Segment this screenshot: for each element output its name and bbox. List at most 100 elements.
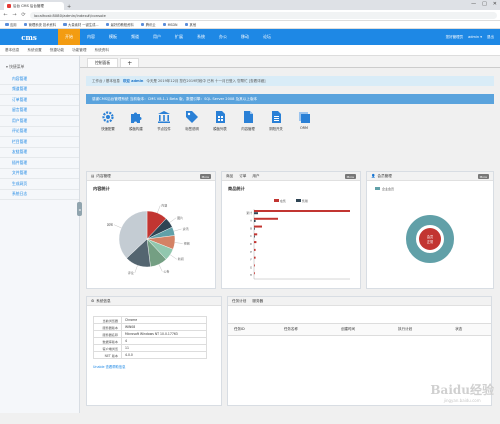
more-button[interactable]: More: [344, 174, 356, 179]
settings-icon: ⚙: [91, 299, 95, 303]
bar[interactable]: [254, 264, 255, 267]
panel-tab[interactable]: 用户: [252, 174, 259, 179]
panel-tab[interactable]: 任务计划: [232, 299, 246, 304]
sidebar-item[interactable]: 文件管理: [0, 169, 79, 179]
sidebar-item[interactable]: 栏目管理: [0, 137, 79, 148]
bookmark-icon: [184, 22, 189, 27]
bookmark-item[interactable]: 管理系统 技术资料: [23, 22, 56, 27]
bar[interactable]: [254, 235, 255, 238]
bookmark-item[interactable]: 腾讯云: [140, 22, 156, 27]
shortcut-quick-config[interactable]: 快速配置: [96, 110, 120, 131]
sub-nav-item[interactable]: 基本信息: [5, 48, 19, 53]
browser-tab[interactable]: 后台 CMS 后台管理: [4, 2, 64, 10]
back-icon[interactable]: ←: [3, 12, 8, 18]
category-label: 累计: [246, 211, 252, 215]
pie-label: 内容: [161, 203, 167, 208]
column-header: 任务ID: [228, 323, 278, 336]
top-nav-item[interactable]: 办公: [212, 29, 234, 45]
sidebar-item[interactable]: 频道管理: [0, 85, 79, 95]
bar[interactable]: [254, 212, 258, 215]
shortcut-template-list[interactable]: 模板列表: [208, 110, 232, 131]
goods-bar-chart: 在售 售罄累计 ABCDEFGH: [246, 198, 350, 280]
close-icon[interactable]: ✕: [493, 1, 497, 7]
pie-leader-line: [173, 228, 182, 232]
bookmark-item[interactable]: 最好的教程资料: [105, 22, 134, 27]
bookmark-item[interactable]: 应用: [5, 22, 17, 27]
sidebar-item[interactable]: 留言管理: [0, 106, 79, 116]
browser-tab-strip: 后台 CMS 后台管理 + — □ ✕: [0, 0, 500, 10]
donut-center[interactable]: [419, 228, 441, 250]
bookmark-icon: [140, 22, 145, 27]
legend-label: 企业会员: [382, 186, 394, 191]
sub-nav-item[interactable]: 系统设置: [27, 48, 41, 53]
sidebar-item[interactable]: 用户管理: [0, 116, 79, 127]
top-nav-item[interactable]: 系统: [190, 29, 212, 45]
more-button[interactable]: More: [477, 174, 489, 179]
pie-label: 公告: [163, 269, 169, 274]
sidebar-item[interactable]: 系统日志: [0, 190, 79, 200]
top-nav-item[interactable]: 扩展: [168, 29, 190, 45]
bookmark-item[interactable]: MSDN: [162, 23, 178, 27]
page-tab[interactable]: 控制面板: [87, 58, 119, 67]
bookmark-item[interactable]: 大量素材 一键生成...: [63, 22, 99, 27]
bar[interactable]: [254, 272, 255, 275]
bar[interactable]: [254, 256, 256, 259]
top-nav-item[interactable]: 频道: [124, 29, 146, 45]
sub-nav-item[interactable]: 功能管理: [72, 48, 86, 53]
bar[interactable]: [254, 241, 257, 244]
sidebar-item[interactable]: 内容管理: [0, 74, 79, 85]
bar[interactable]: [254, 248, 256, 251]
sidebar: ▾ 快捷菜单 内容管理 频道管理 订单管理 留言管理 用户管理 评论管理 栏目管…: [0, 56, 82, 413]
top-nav-item[interactable]: 移动: [234, 29, 256, 45]
address-bar-row: ← → ⟳ localhost:8080/admin/index#/consol…: [0, 10, 500, 21]
more-button[interactable]: More: [199, 174, 211, 179]
sidebar-item[interactable]: 友链管理: [0, 148, 79, 158]
bar[interactable]: [254, 217, 278, 220]
add-tab-button[interactable]: +: [120, 58, 140, 67]
sidebar-item[interactable]: 插件管理: [0, 158, 79, 169]
column-header: 状态: [449, 323, 491, 336]
top-nav-item[interactable]: 开始: [58, 29, 80, 45]
sidebar-item[interactable]: 订单管理: [0, 95, 79, 106]
version-info-bar: 感谢CMS后台管理系统 当前版本：CMS V8.1.1 Beta 版，数据引擎：…: [86, 94, 494, 104]
bar[interactable]: [254, 227, 255, 230]
system-note-link[interactable]: Unable 查看帮助信息: [93, 364, 215, 369]
pie-label: 视频: [184, 241, 190, 246]
maximize-icon[interactable]: □: [482, 1, 487, 7]
top-nav-item[interactable]: 论坛: [256, 29, 278, 45]
bar[interactable]: [254, 219, 256, 222]
pie-label: 资讯: [183, 226, 189, 231]
new-tab-button[interactable]: +: [67, 4, 71, 10]
column-header: 执行计划: [392, 323, 450, 336]
shortcut-template-build[interactable]: 模板构建: [124, 110, 148, 131]
shortcut-grid: 快速配置 模板构建 节点控件 标签说明 模板列表 内容管理 阴阳开关 ORM: [86, 110, 494, 131]
shortcut-switch[interactable]: 阴阳开关: [264, 110, 288, 131]
user-menu[interactable]: admin ▾: [468, 35, 482, 39]
sidebar-group-title[interactable]: ▾ 快捷菜单: [0, 62, 79, 74]
legend-swatch: [296, 199, 301, 202]
sidebar-item[interactable]: 评论管理: [0, 127, 79, 137]
bar[interactable]: [254, 210, 350, 212]
bookmark-item[interactable]: 其他: [184, 22, 196, 27]
reload-icon[interactable]: ⟳: [21, 12, 26, 18]
forward-icon[interactable]: →: [12, 12, 17, 18]
top-nav-item[interactable]: 内容: [80, 29, 102, 45]
bar[interactable]: [254, 233, 258, 236]
top-nav-item[interactable]: 用户: [146, 29, 168, 45]
sub-nav-item[interactable]: 快捷功能: [50, 48, 64, 53]
panel-tab[interactable]: 订单: [239, 174, 246, 179]
sidebar-item[interactable]: 生成网页: [0, 179, 79, 190]
top-nav-item[interactable]: 模板: [102, 29, 124, 45]
shortcut-node-control[interactable]: 节点控件: [152, 110, 176, 131]
minimize-icon[interactable]: —: [471, 1, 476, 7]
bar[interactable]: [254, 225, 262, 228]
sub-nav-item[interactable]: 系统资料: [95, 48, 109, 53]
shortcut-tag-docs[interactable]: 标签说明: [180, 110, 204, 131]
pie-leader-line: [174, 242, 183, 244]
shortcut-orm[interactable]: ORM: [292, 110, 316, 131]
url-input[interactable]: localhost:8080/admin/index#/console: [30, 11, 497, 19]
logout-link[interactable]: 退出: [487, 35, 494, 40]
shortcut-content-manage[interactable]: 内容管理: [236, 110, 260, 131]
panel-tab[interactable]: 商品: [226, 174, 233, 179]
panel-tab[interactable]: 服务器: [252, 299, 263, 304]
